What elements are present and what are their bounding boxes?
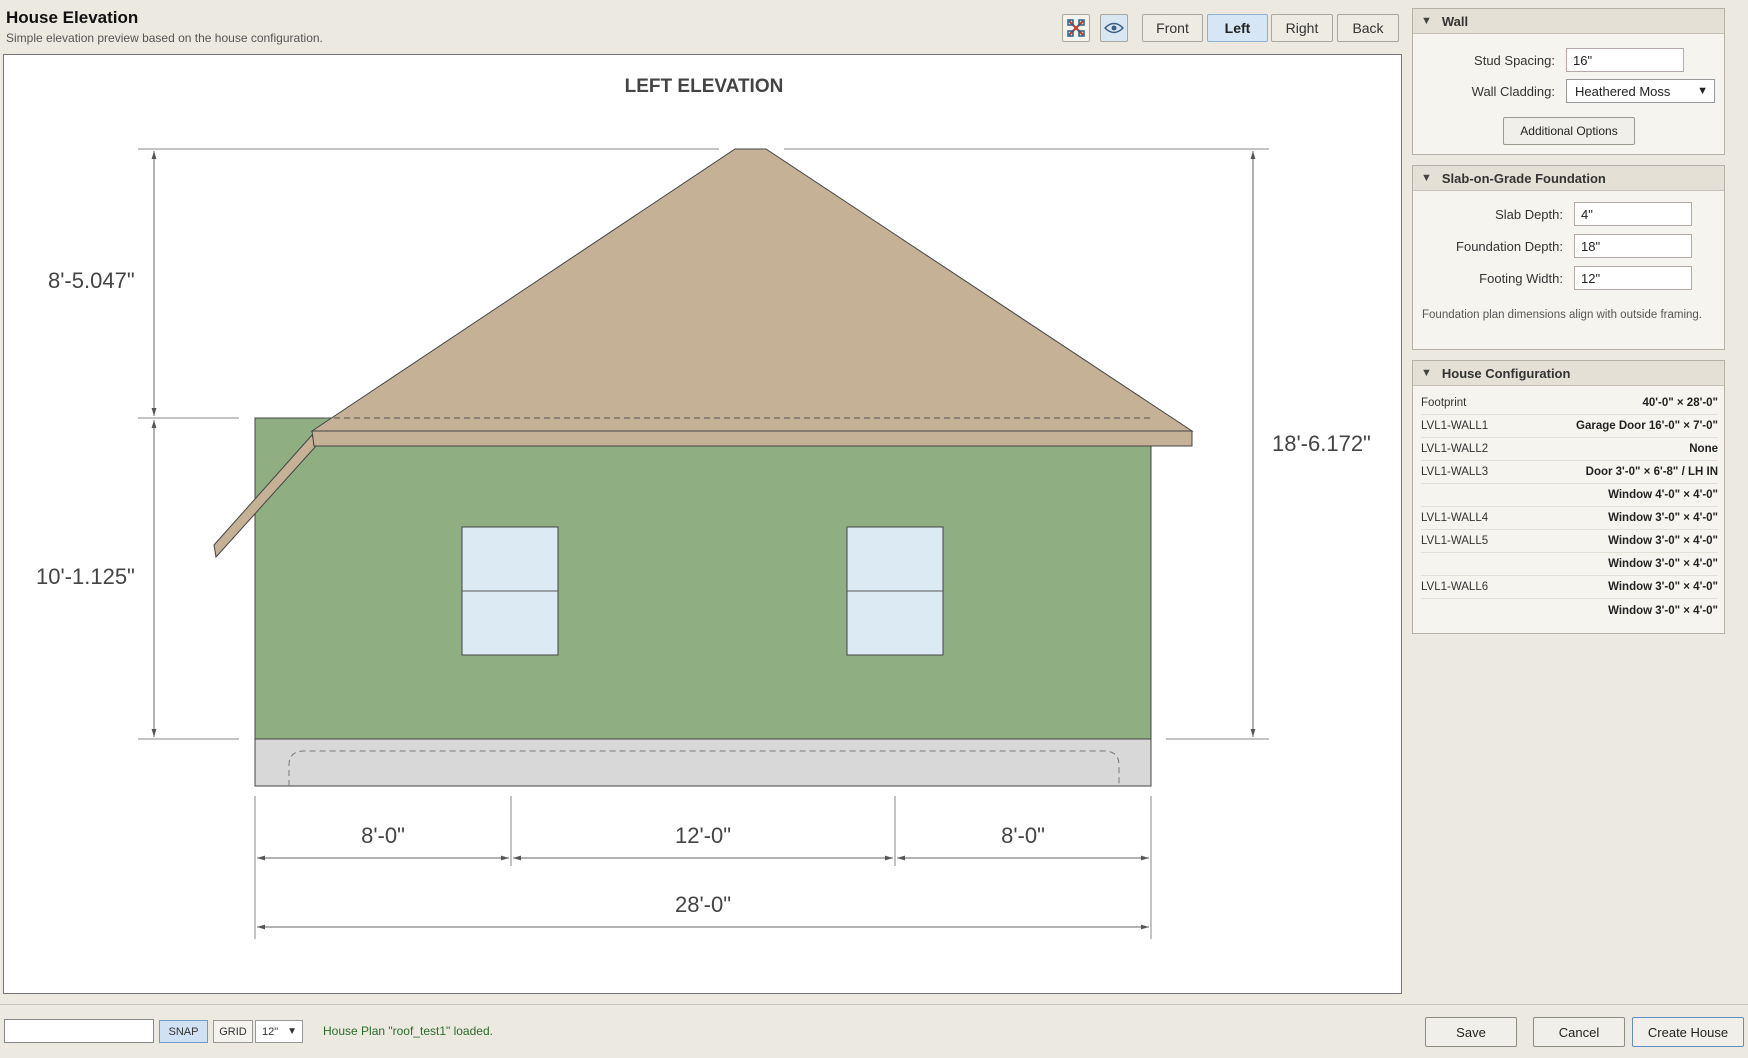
foundation-note: Foundation plan dimensions align with ou… bbox=[1422, 309, 1702, 321]
fit-view-button[interactable] bbox=[1062, 14, 1090, 42]
elevation-title: LEFT ELEVATION bbox=[625, 76, 784, 97]
config-row-value: Door 3'-0" × 6'-8" / LH IN bbox=[1585, 466, 1718, 478]
command-input[interactable] bbox=[4, 1019, 154, 1043]
elevation-drawing: LEFT ELEVATION 8'-5.047" 10'-1.125" 18'-… bbox=[36, 76, 1371, 939]
footing-width-label: Footing Width: bbox=[1479, 271, 1563, 286]
house-config-panel: ▼ House Configuration Footprint 40'-0" ×… bbox=[1412, 360, 1725, 634]
grid-toggle[interactable]: GRID bbox=[213, 1020, 253, 1043]
config-row-key: LVL1-WALL2 bbox=[1421, 443, 1489, 455]
grid-size-select[interactable]: 12" ▼ bbox=[255, 1020, 303, 1043]
config-row: Window 4'-0" × 4'-0" bbox=[1421, 484, 1718, 507]
view-left-button[interactable]: Left bbox=[1207, 14, 1268, 42]
snap-toggle[interactable]: SNAP bbox=[159, 1020, 208, 1043]
config-row: LVL1-WALL6 Window 3'-0" × 4'-0" bbox=[1421, 576, 1718, 599]
collapse-triangle-icon: ▼ bbox=[1421, 172, 1432, 184]
config-row-value: Window 3'-0" × 4'-0" bbox=[1608, 558, 1718, 570]
foundation-panel-header[interactable]: ▼ Slab-on-Grade Foundation bbox=[1413, 166, 1724, 191]
footer-bar: SNAP GRID 12" ▼ House Plan "roof_test1" … bbox=[0, 1004, 1748, 1058]
config-row: LVL1-WALL1 Garage Door 16'-0" × 7'-0" bbox=[1421, 415, 1718, 438]
config-row-value: Window 3'-0" × 4'-0" bbox=[1608, 512, 1718, 524]
foundation-depth-input[interactable]: 18" bbox=[1574, 234, 1692, 258]
foundation-slab bbox=[254, 738, 1152, 787]
wall-panel-title: Wall bbox=[1441, 13, 1469, 29]
wall-height-label: 10'-1.125" bbox=[36, 564, 135, 589]
config-row-key: LVL1-WALL1 bbox=[1421, 420, 1489, 432]
config-row-value: Garage Door 16'-0" × 7'-0" bbox=[1576, 420, 1718, 432]
config-row: LVL1-WALL4 Window 3'-0" × 4'-0" bbox=[1421, 507, 1718, 530]
status-message: House Plan "roof_test1" loaded. bbox=[323, 1024, 493, 1038]
config-row: Footprint 40'-0" × 28'-0" bbox=[1421, 392, 1718, 415]
view-back-button[interactable]: Back bbox=[1337, 14, 1399, 42]
stud-spacing-input[interactable]: 16" bbox=[1566, 48, 1684, 72]
seg1-label: 8'-0" bbox=[361, 823, 405, 848]
fit-view-icon bbox=[1067, 19, 1085, 37]
chevron-down-icon: ▼ bbox=[1697, 85, 1708, 97]
slab-depth-label: Slab Depth: bbox=[1495, 207, 1563, 222]
foundation-depth-label: Foundation Depth: bbox=[1456, 239, 1563, 254]
wall-cladding-label: Wall Cladding: bbox=[1471, 84, 1555, 99]
config-row-value: Window 3'-0" × 4'-0" bbox=[1608, 535, 1718, 547]
config-row-key: LVL1-WALL4 bbox=[1421, 512, 1489, 524]
additional-options-button[interactable]: Additional Options bbox=[1503, 117, 1635, 145]
stud-spacing-label: Stud Spacing: bbox=[1474, 53, 1555, 68]
save-button[interactable]: Save bbox=[1425, 1017, 1517, 1047]
config-row-key: LVL1-WALL6 bbox=[1421, 581, 1489, 593]
config-row-key: Footprint bbox=[1421, 397, 1467, 409]
chevron-down-icon: ▼ bbox=[287, 1026, 297, 1037]
wall-panel-header[interactable]: ▼ Wall bbox=[1413, 9, 1724, 34]
visibility-button[interactable] bbox=[1100, 14, 1128, 42]
house-config-panel-header[interactable]: ▼ House Configuration bbox=[1413, 361, 1724, 386]
total-height-label: 18'-6.172" bbox=[1272, 431, 1371, 456]
config-row: LVL1-WALL3 Door 3'-0" × 6'-8" / LH IN bbox=[1421, 461, 1718, 484]
config-row-key: LVL1-WALL5 bbox=[1421, 535, 1489, 547]
seg2-label: 12'-0" bbox=[675, 823, 731, 848]
config-row-value: Window 3'-0" × 4'-0" bbox=[1608, 581, 1718, 593]
config-row: LVL1-WALL2 None bbox=[1421, 438, 1718, 461]
config-row: Window 3'-0" × 4'-0" bbox=[1421, 553, 1718, 576]
overall-label: 28'-0" bbox=[675, 892, 731, 917]
window-left bbox=[461, 526, 559, 656]
page-subtitle: Simple elevation preview based on the ho… bbox=[6, 31, 323, 45]
wall-body bbox=[254, 417, 1152, 740]
slab-depth-input[interactable]: 4" bbox=[1574, 202, 1692, 226]
config-row-value: Window 3'-0" × 4'-0" bbox=[1608, 604, 1718, 617]
header: House Elevation Simple elevation preview… bbox=[0, 0, 1410, 54]
elevation-canvas[interactable]: LEFT ELEVATION 8'-5.047" 10'-1.125" 18'-… bbox=[3, 54, 1402, 994]
config-row-value: 40'-0" × 28'-0" bbox=[1642, 397, 1718, 409]
config-row: Window 3'-0" × 4'-0" bbox=[1421, 599, 1718, 622]
grid-size-value: 12" bbox=[262, 1025, 279, 1038]
page-title: House Elevation bbox=[6, 8, 139, 27]
config-row-value: None bbox=[1689, 443, 1718, 455]
wall-cladding-select[interactable]: Heathered Moss ▼ bbox=[1566, 79, 1715, 103]
footing-width-input[interactable]: 12" bbox=[1574, 266, 1692, 290]
window-right bbox=[846, 526, 944, 656]
roof-height-label: 8'-5.047" bbox=[48, 268, 135, 293]
config-row-key: LVL1-WALL3 bbox=[1421, 466, 1489, 478]
collapse-triangle-icon: ▼ bbox=[1421, 367, 1432, 379]
create-house-button[interactable]: Create House bbox=[1632, 1017, 1744, 1047]
foundation-panel-title: Slab-on-Grade Foundation bbox=[1441, 170, 1606, 186]
config-row-value: Window 4'-0" × 4'-0" bbox=[1608, 489, 1718, 501]
config-row: LVL1-WALL5 Window 3'-0" × 4'-0" bbox=[1421, 530, 1718, 553]
house-config-panel-title: House Configuration bbox=[1441, 365, 1571, 381]
eye-icon bbox=[1104, 22, 1124, 34]
view-front-button[interactable]: Front bbox=[1142, 14, 1203, 42]
foundation-panel: ▼ Slab-on-Grade Foundation Slab Depth: 4… bbox=[1412, 165, 1725, 350]
wall-panel: ▼ Wall Stud Spacing: 16" Wall Cladding: … bbox=[1412, 8, 1725, 155]
view-right-button[interactable]: Right bbox=[1271, 14, 1333, 42]
wall-cladding-value: Heathered Moss bbox=[1575, 83, 1671, 99]
collapse-triangle-icon: ▼ bbox=[1421, 15, 1432, 27]
roof-fascia bbox=[311, 430, 1193, 447]
seg3-label: 8'-0" bbox=[1001, 823, 1045, 848]
cancel-button[interactable]: Cancel bbox=[1533, 1017, 1625, 1047]
roof bbox=[310, 148, 1194, 432]
